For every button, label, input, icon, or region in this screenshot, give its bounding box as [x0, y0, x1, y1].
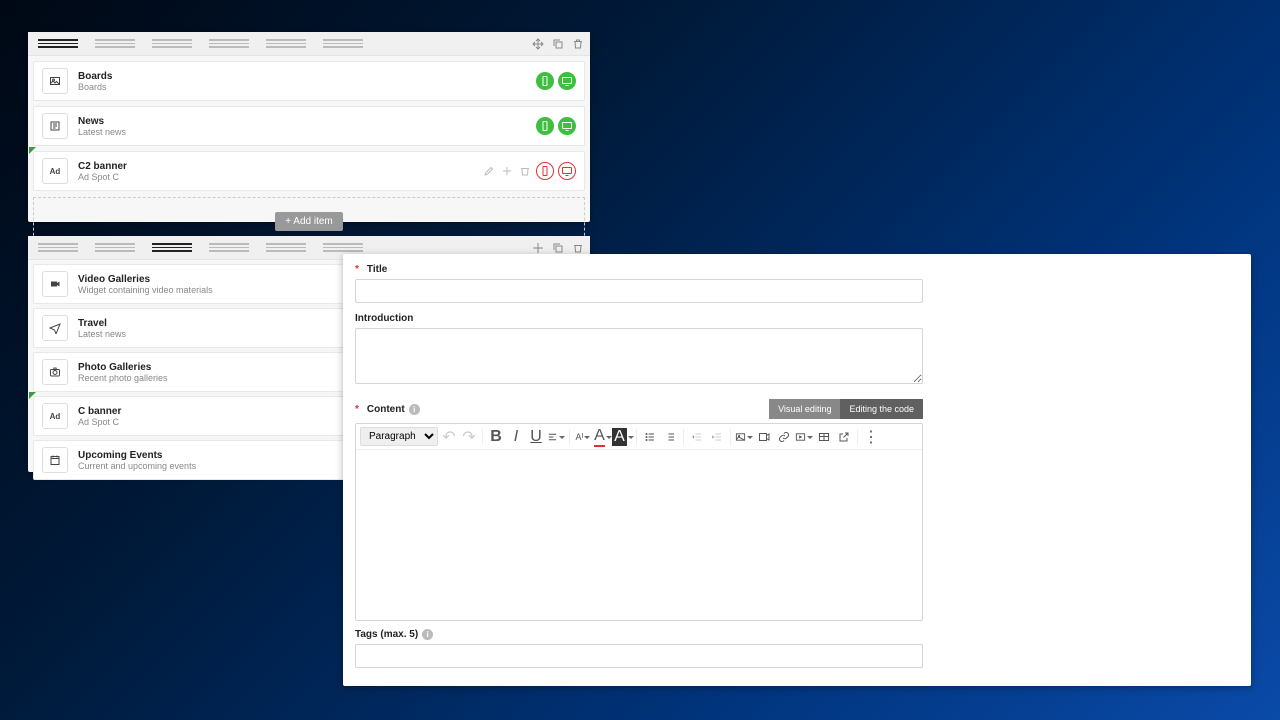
widget-title: Travel: [78, 318, 126, 329]
widget-subtitle: Ad Spot C: [78, 172, 127, 182]
plane-icon: [42, 315, 68, 341]
align-icon[interactable]: [547, 428, 565, 446]
embed-icon[interactable]: [795, 428, 813, 446]
layout-panel-1: BoardsBoards NewsLatest news Ad C2 banne…: [28, 32, 590, 222]
video-icon: [42, 271, 68, 297]
visual-mode-button[interactable]: Visual editing: [769, 399, 840, 419]
col-tab-5[interactable]: [260, 36, 312, 52]
rte-body[interactable]: [356, 450, 922, 620]
widget-title: Photo Galleries: [78, 362, 168, 373]
underline-icon[interactable]: U: [527, 428, 545, 446]
widget-subtitle: Latest news: [78, 127, 126, 137]
tags-input[interactable]: [355, 644, 923, 668]
content-label: Contenti: [355, 404, 420, 415]
mobile-status-icon[interactable]: [536, 117, 554, 135]
move-icon[interactable]: [500, 164, 514, 178]
widget-item[interactable]: Ad C2 bannerAd Spot C: [33, 151, 585, 191]
news-icon: [42, 113, 68, 139]
col-tab-4[interactable]: [203, 36, 255, 52]
rich-text-editor: Paragraph ↶ ↷ B I U AI A A: [355, 423, 923, 621]
desktop-status-icon[interactable]: [558, 117, 576, 135]
camera-icon: [42, 359, 68, 385]
redo-icon[interactable]: ↷: [460, 428, 478, 446]
editor-panel: Title Introduction Contenti Visual editi…: [343, 254, 1251, 686]
desktop-off-icon[interactable]: [558, 162, 576, 180]
widget-subtitle: Boards: [78, 82, 112, 92]
external-icon[interactable]: [835, 428, 853, 446]
col-tab-4[interactable]: [203, 240, 255, 256]
font-size-icon[interactable]: AI: [574, 428, 592, 446]
info-icon: i: [422, 629, 433, 640]
title-label: Title: [355, 264, 923, 275]
code-mode-button[interactable]: Editing the code: [840, 399, 923, 419]
title-input[interactable]: [355, 279, 923, 303]
image-insert-icon[interactable]: [735, 428, 753, 446]
bg-color-icon[interactable]: A: [614, 428, 632, 446]
widget-subtitle: Recent photo galleries: [78, 373, 168, 383]
undo-icon[interactable]: ↶: [440, 428, 458, 446]
ul-icon[interactable]: [641, 428, 659, 446]
col-tab-3[interactable]: [146, 36, 198, 52]
widget-item[interactable]: NewsLatest news: [33, 106, 585, 146]
trash-icon[interactable]: [518, 164, 532, 178]
mobile-off-icon[interactable]: [536, 162, 554, 180]
info-icon: i: [409, 404, 420, 415]
col-tab-2[interactable]: [89, 240, 141, 256]
widget-subtitle: Current and upcoming events: [78, 461, 196, 471]
col-tab-6[interactable]: [317, 36, 369, 52]
ad-icon: Ad: [42, 158, 68, 184]
ad-icon: Ad: [42, 403, 68, 429]
desktop-status-icon[interactable]: [558, 72, 576, 90]
widget-subtitle: Widget containing video materials: [78, 285, 213, 295]
text-color-icon[interactable]: A: [594, 428, 612, 446]
col-tab-3[interactable]: [146, 240, 198, 256]
col-tab-1[interactable]: [32, 36, 84, 52]
ol-icon[interactable]: [661, 428, 679, 446]
widget-title: C banner: [78, 406, 121, 417]
trash-icon[interactable]: [570, 36, 586, 52]
copy-icon[interactable]: [550, 36, 566, 52]
calendar-icon: [42, 447, 68, 473]
intro-label: Introduction: [355, 313, 923, 324]
intro-textarea[interactable]: [355, 328, 923, 384]
block-format-select[interactable]: Paragraph: [360, 427, 438, 446]
widget-subtitle: Latest news: [78, 329, 126, 339]
rte-toolbar: Paragraph ↶ ↷ B I U AI A A: [356, 424, 922, 450]
widget-title: Boards: [78, 71, 112, 82]
widget-title: C2 banner: [78, 161, 127, 172]
tags-label: Tags (max. 5)i: [355, 629, 923, 640]
table-icon[interactable]: [815, 428, 833, 446]
edit-icon[interactable]: [482, 164, 496, 178]
col-tab-1[interactable]: [32, 240, 84, 256]
more-icon[interactable]: ⋮: [862, 428, 880, 446]
bold-icon[interactable]: B: [487, 428, 505, 446]
col-tab-2[interactable]: [89, 36, 141, 52]
widget-title: News: [78, 116, 126, 127]
italic-icon[interactable]: I: [507, 428, 525, 446]
image-icon: [42, 68, 68, 94]
mobile-status-icon[interactable]: [536, 72, 554, 90]
col-tab-5[interactable]: [260, 240, 312, 256]
widget-item[interactable]: BoardsBoards: [33, 61, 585, 101]
move-icon[interactable]: [530, 36, 546, 52]
widget-subtitle: Ad Spot C: [78, 417, 121, 427]
widget-title: Upcoming Events: [78, 450, 196, 461]
media-icon[interactable]: [755, 428, 773, 446]
outdent-icon[interactable]: [688, 428, 706, 446]
widget-title: Video Galleries: [78, 274, 213, 285]
indent-icon[interactable]: [708, 428, 726, 446]
add-item-button[interactable]: + Add item: [275, 212, 343, 231]
link-icon[interactable]: [775, 428, 793, 446]
column-tabs: [28, 32, 590, 56]
